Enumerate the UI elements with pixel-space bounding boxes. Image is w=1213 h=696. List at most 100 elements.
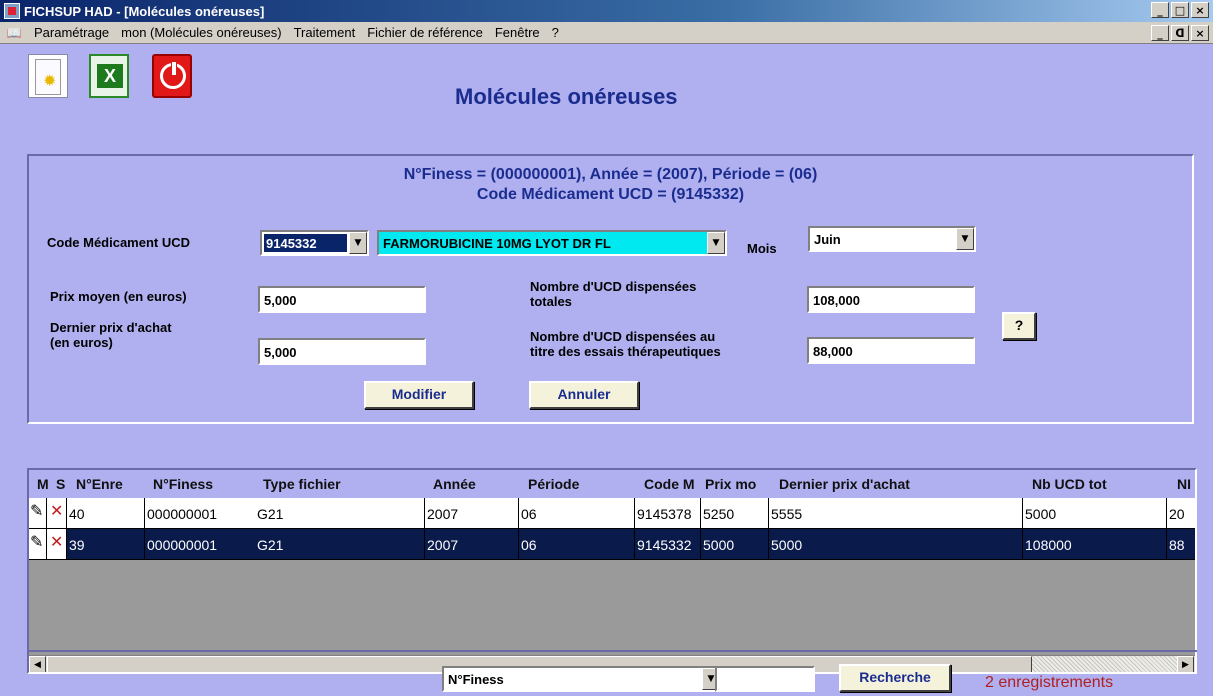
grid-header: M S N°Enre N°Finess Type fichier Année P… xyxy=(29,470,1195,498)
cell-ni: 20 xyxy=(1167,498,1195,529)
minimize-button[interactable]: _ xyxy=(1151,2,1169,18)
col-nb-ucd-tot[interactable]: Nb UCD tot xyxy=(1032,476,1107,492)
records-grid[interactable]: M S N°Enre N°Finess Type fichier Année P… xyxy=(27,468,1197,674)
search-bar: N°Finess ▼ Recherche 2 enregistrements xyxy=(27,650,1213,696)
menu-fenetre[interactable]: Fenêtre xyxy=(489,25,546,40)
search-field-select[interactable]: N°Finess ▼ xyxy=(442,666,722,692)
app-icon xyxy=(4,3,20,19)
close-button[interactable]: × xyxy=(1191,2,1209,18)
delete-x-icon[interactable]: ✕ xyxy=(50,533,63,551)
delete-cell[interactable]: ✕ xyxy=(47,498,67,529)
code-ucd-value: 9145332 xyxy=(264,234,347,252)
annuler-button[interactable]: Annuler xyxy=(529,381,639,409)
recherche-button[interactable]: Recherche xyxy=(839,664,951,692)
mdi-restore-button[interactable]: ᗡ xyxy=(1171,25,1189,41)
help-button[interactable]: ? xyxy=(1002,312,1036,340)
power-exit-icon[interactable] xyxy=(152,54,192,98)
menu-bar: 📖 Paramétrage mon (Molécules onéreuses) … xyxy=(0,22,1213,44)
menu-parametrage[interactable]: Paramétrage xyxy=(28,25,115,40)
info-line-1: N°Finess = (000000001), Année = (2007), … xyxy=(403,166,818,183)
menu-help[interactable]: ? xyxy=(546,25,565,40)
prix-moyen-field[interactable]: 5,000 xyxy=(258,286,426,313)
cell-finess: 000000001 xyxy=(145,529,255,560)
pencil-icon[interactable]: ✎ xyxy=(30,533,43,551)
cell-type: G21 xyxy=(255,529,425,560)
title-bar[interactable]: FICHSUP HAD - [Molécules onéreuses] _ □ … xyxy=(0,0,1213,22)
col-m[interactable]: M xyxy=(37,476,49,492)
search-field-value: N°Finess xyxy=(448,672,504,687)
table-row[interactable]: ✎ ✕ 40 000000001 G21 2007 06 9145378 525… xyxy=(29,498,1195,529)
cell-annee: 2007 xyxy=(425,529,519,560)
modifier-button[interactable]: Modifier xyxy=(364,381,474,409)
chevron-down-icon[interactable]: ▼ xyxy=(956,228,974,250)
nb-ucd-tot-field[interactable]: 108,000 xyxy=(807,286,975,313)
col-finess[interactable]: N°Finess xyxy=(153,476,213,492)
new-document-icon[interactable] xyxy=(28,54,68,98)
code-ucd-select[interactable]: 9145332 ▼ xyxy=(260,230,369,256)
cell-dernier: 5000 xyxy=(769,529,1023,560)
page-title: Molécules onéreuses xyxy=(455,84,678,109)
prix-moyen-label: Prix moyen (en euros) xyxy=(50,289,187,304)
nb-ucd-essais-label-2: titre des essais thérapeutiques xyxy=(530,344,721,359)
nb-ucd-tot-label-2: totales xyxy=(530,294,572,309)
cell-annee: 2007 xyxy=(425,498,519,529)
info-line-2: Code Médicament UCD = (9145332) xyxy=(476,186,745,203)
nb-ucd-essais-field[interactable]: 88,000 xyxy=(807,337,975,364)
mdi-close-button[interactable]: × xyxy=(1191,25,1209,41)
cell-finess: 000000001 xyxy=(145,498,255,529)
book-icon[interactable]: 📖 xyxy=(6,26,22,40)
cell-type: G21 xyxy=(255,498,425,529)
cell-dernier: 5555 xyxy=(769,498,1023,529)
nb-ucd-tot-label-1: Nombre d'UCD dispensées xyxy=(530,279,697,294)
menu-mon[interactable]: mon (Molécules onéreuses) xyxy=(115,25,287,40)
chevron-down-icon[interactable]: ▼ xyxy=(349,232,367,254)
mois-select[interactable]: Juin ▼ xyxy=(808,226,976,252)
form-panel: N°Finess = (000000001), Année = (2007), … xyxy=(27,154,1194,424)
cell-n-enr: 40 xyxy=(67,498,145,529)
dernier-prix-field[interactable]: 5,000 xyxy=(258,338,426,365)
pencil-icon[interactable]: ✎ xyxy=(30,502,43,520)
col-prix-mo[interactable]: Prix mo xyxy=(705,476,756,492)
dernier-prix-label-1: Dernier prix d'achat xyxy=(50,320,172,335)
cell-n-enr: 39 xyxy=(67,529,145,560)
dernier-prix-label-2: (en euros) xyxy=(50,335,113,350)
col-code-m[interactable]: Code M xyxy=(644,476,695,492)
mdi-window-controls: _ ᗡ × xyxy=(1151,25,1209,41)
menu-traitement[interactable]: Traitement xyxy=(288,25,362,40)
cell-code: 9145378 xyxy=(635,498,701,529)
nb-ucd-essais-label-1: Nombre d'UCD dispensées au xyxy=(530,329,716,344)
window-controls: _ □ × xyxy=(1151,2,1209,18)
col-periode[interactable]: Période xyxy=(528,476,579,492)
divider xyxy=(27,650,1197,652)
cell-ni: 88 xyxy=(1167,529,1195,560)
cell-nb-tot: 5000 xyxy=(1023,498,1167,529)
cell-periode: 06 xyxy=(519,498,635,529)
maximize-button[interactable]: □ xyxy=(1171,2,1189,18)
menu-fichier-reference[interactable]: Fichier de référence xyxy=(361,25,489,40)
cell-prix: 5000 xyxy=(701,529,769,560)
col-n-enr[interactable]: N°Enre xyxy=(76,476,123,492)
cell-periode: 06 xyxy=(519,529,635,560)
col-annee[interactable]: Année xyxy=(433,476,476,492)
delete-cell[interactable]: ✕ xyxy=(47,529,67,560)
edit-cell[interactable]: ✎ xyxy=(29,529,47,560)
cell-prix: 5250 xyxy=(701,498,769,529)
col-ni[interactable]: NI xyxy=(1177,476,1191,492)
col-type-fichier[interactable]: Type fichier xyxy=(263,476,341,492)
excel-export-icon[interactable]: X xyxy=(89,54,129,98)
chevron-down-icon[interactable]: ▼ xyxy=(707,232,725,254)
col-dernier-prix[interactable]: Dernier prix d'achat xyxy=(779,476,910,492)
window-title: FICHSUP HAD - [Molécules onéreuses] xyxy=(24,3,265,19)
delete-x-icon[interactable]: ✕ xyxy=(50,502,63,520)
code-ucd-label: Code Médicament UCD xyxy=(47,235,191,250)
mois-value: Juin xyxy=(814,232,841,247)
mdi-minimize-button[interactable]: _ xyxy=(1151,25,1169,41)
mois-label: Mois xyxy=(747,241,777,256)
search-input[interactable] xyxy=(715,666,815,692)
table-row-selected[interactable]: ✎ ✕ 39 000000001 G21 2007 06 9145332 500… xyxy=(29,529,1195,560)
record-count: 2 enregistrements xyxy=(985,674,1114,691)
edit-cell[interactable]: ✎ xyxy=(29,498,47,529)
cell-code: 9145332 xyxy=(635,529,701,560)
col-s[interactable]: S xyxy=(56,476,65,492)
drug-name-select[interactable]: FARMORUBICINE 10MG LYOT DR FL ▼ xyxy=(377,230,727,256)
